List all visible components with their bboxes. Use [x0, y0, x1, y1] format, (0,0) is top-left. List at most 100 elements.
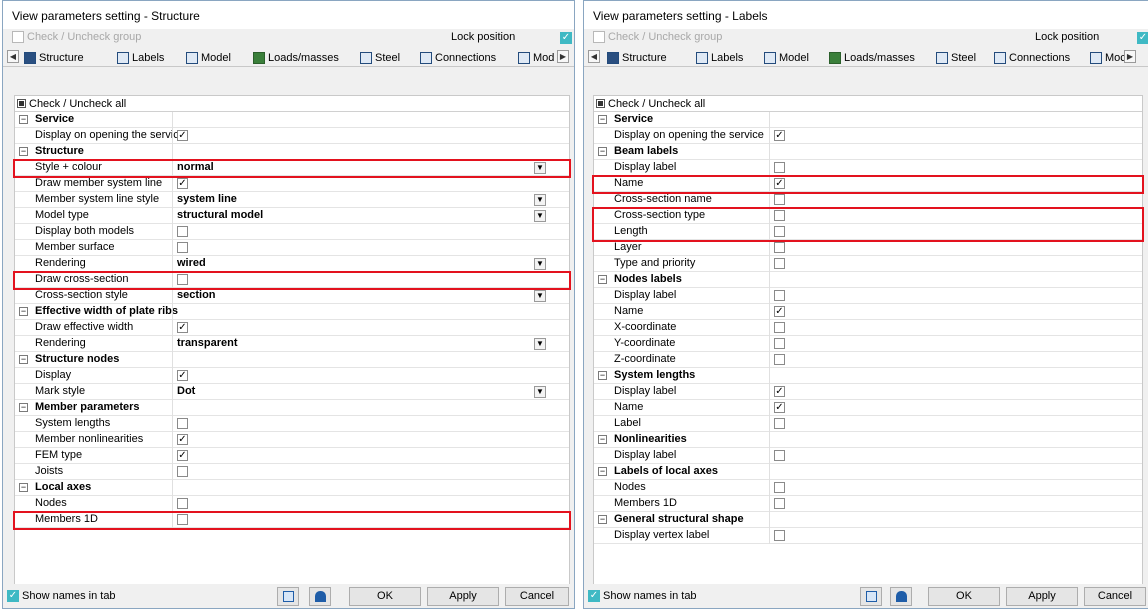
group-header-row[interactable]: − Nonlinearities [594, 432, 1142, 448]
tab-scroll-left-icon[interactable]: ◀ [7, 50, 19, 63]
checkbox-checked[interactable]: ✓ [177, 130, 188, 141]
checkbox-unchecked[interactable] [774, 162, 785, 173]
checkbox-unchecked[interactable] [774, 418, 785, 429]
show-names-toggle[interactable]: ✓ Show names in tab [588, 590, 697, 602]
dropdown-arrow-icon[interactable]: ▼ [534, 162, 546, 174]
check-group-toggle[interactable]: Check / Uncheck group [12, 31, 141, 43]
tab-mod[interactable]: Mod [518, 49, 554, 66]
apply-button[interactable]: Apply [1006, 587, 1078, 606]
checkbox-unchecked[interactable] [177, 498, 188, 509]
tab-loads-masses[interactable]: Loads/masses [253, 49, 339, 66]
save-settings-button[interactable] [860, 587, 882, 606]
collapse-expander-icon[interactable]: − [19, 483, 28, 492]
checkbox-checked[interactable]: ✓ [177, 434, 188, 445]
checkbox-unchecked[interactable] [177, 242, 188, 253]
checkbox-checked[interactable]: ✓ [177, 370, 188, 381]
dropdown-arrow-icon[interactable]: ▼ [534, 210, 546, 222]
checkbox-unchecked[interactable] [774, 498, 785, 509]
dropdown-arrow-icon[interactable]: ▼ [534, 386, 546, 398]
lock-position-checkbox[interactable]: ✓ [560, 32, 572, 44]
checkbox-unchecked[interactable] [774, 530, 785, 541]
checkbox-unchecked[interactable] [774, 354, 785, 365]
cancel-button[interactable]: Cancel [505, 587, 569, 606]
checkbox-unchecked[interactable] [774, 290, 785, 301]
checkbox-checked[interactable]: ✓ [177, 450, 188, 461]
check-all-icon[interactable] [596, 99, 605, 108]
property-value-select[interactable]: system line [177, 192, 237, 208]
checkbox-unchecked[interactable] [774, 450, 785, 461]
checkbox-unchecked[interactable] [774, 258, 785, 269]
group-header-row[interactable]: − Beam labels [594, 144, 1142, 160]
cancel-button[interactable]: Cancel [1084, 587, 1146, 606]
tab-labels[interactable]: Labels [696, 49, 743, 66]
tab-scroll-left-icon[interactable]: ◀ [588, 50, 600, 63]
check-all-row[interactable]: Check / Uncheck all [15, 96, 569, 112]
checkbox-unchecked[interactable] [177, 466, 188, 477]
dropdown-arrow-icon[interactable]: ▼ [534, 338, 546, 350]
dropdown-arrow-icon[interactable]: ▼ [534, 194, 546, 206]
collapse-expander-icon[interactable]: − [598, 467, 607, 476]
ok-button[interactable]: OK [928, 587, 1000, 606]
property-value-select[interactable]: section [177, 288, 216, 304]
group-header-row[interactable]: − Local axes [15, 480, 569, 496]
checkbox-unchecked[interactable] [774, 210, 785, 221]
collapse-expander-icon[interactable]: − [598, 371, 607, 380]
collapse-expander-icon[interactable]: − [598, 515, 607, 524]
checkbox-unchecked[interactable] [774, 338, 785, 349]
tab-structure[interactable]: Structure [607, 49, 667, 66]
checkbox-unchecked[interactable] [177, 418, 188, 429]
group-header-row[interactable]: − Structure nodes [15, 352, 569, 368]
group-header-row[interactable]: − Labels of local axes [594, 464, 1142, 480]
checkbox-unchecked[interactable] [774, 482, 785, 493]
tab-steel[interactable]: Steel [360, 49, 400, 66]
collapse-expander-icon[interactable]: − [598, 147, 607, 156]
check-all-icon[interactable] [17, 99, 26, 108]
check-group-toggle[interactable]: Check / Uncheck group [593, 31, 722, 43]
tab-scroll-right-icon[interactable]: ▶ [1124, 50, 1136, 63]
group-header-row[interactable]: − Effective width of plate ribs [15, 304, 569, 320]
group-header-row[interactable]: − Service [594, 112, 1142, 128]
group-header-row[interactable]: − Service [15, 112, 569, 128]
collapse-expander-icon[interactable]: − [19, 307, 28, 316]
checkbox-unchecked[interactable] [177, 274, 188, 285]
show-names-toggle[interactable]: ✓ Show names in tab [7, 590, 116, 602]
save-settings-button[interactable] [277, 587, 299, 606]
checkbox-unchecked[interactable] [774, 322, 785, 333]
collapse-expander-icon[interactable]: − [19, 147, 28, 156]
checkbox-checked[interactable]: ✓ [774, 130, 785, 141]
collapse-expander-icon[interactable]: − [598, 435, 607, 444]
checkbox-checked[interactable]: ✓ [774, 306, 785, 317]
property-value-select[interactable]: wired [177, 256, 206, 272]
tab-loads-masses[interactable]: Loads/masses [829, 49, 915, 66]
load-settings-button[interactable] [309, 587, 331, 606]
tab-connections[interactable]: Connections [420, 49, 496, 66]
tab-connections[interactable]: Connections [994, 49, 1070, 66]
tab-labels[interactable]: Labels [117, 49, 164, 66]
check-group-checkbox-icon[interactable] [593, 31, 605, 43]
checkbox-unchecked[interactable] [774, 226, 785, 237]
checkbox-checked[interactable]: ✓ [177, 322, 188, 333]
show-names-checkbox-icon[interactable]: ✓ [588, 590, 600, 602]
lock-position-checkbox[interactable]: ✓ [1137, 32, 1148, 44]
group-header-row[interactable]: − Structure [15, 144, 569, 160]
tab-model[interactable]: Model [186, 49, 231, 66]
dropdown-arrow-icon[interactable]: ▼ [534, 290, 546, 302]
group-header-row[interactable]: − Member parameters [15, 400, 569, 416]
collapse-expander-icon[interactable]: − [598, 275, 607, 284]
checkbox-unchecked[interactable] [177, 514, 188, 525]
group-header-row[interactable]: − Nodes labels [594, 272, 1142, 288]
property-value-select[interactable]: transparent [177, 336, 238, 352]
collapse-expander-icon[interactable]: − [19, 115, 28, 124]
checkbox-unchecked[interactable] [774, 194, 785, 205]
collapse-expander-icon[interactable]: − [19, 403, 28, 412]
tab-scroll-right-icon[interactable]: ▶ [557, 50, 569, 63]
tab-model[interactable]: Model [764, 49, 809, 66]
checkbox-checked[interactable]: ✓ [774, 178, 785, 189]
collapse-expander-icon[interactable]: − [19, 355, 28, 364]
collapse-expander-icon[interactable]: − [598, 115, 607, 124]
checkbox-checked[interactable]: ✓ [774, 386, 785, 397]
check-all-row[interactable]: Check / Uncheck all [594, 96, 1142, 112]
group-header-row[interactable]: − System lengths [594, 368, 1142, 384]
group-header-row[interactable]: − General structural shape [594, 512, 1142, 528]
dropdown-arrow-icon[interactable]: ▼ [534, 258, 546, 270]
